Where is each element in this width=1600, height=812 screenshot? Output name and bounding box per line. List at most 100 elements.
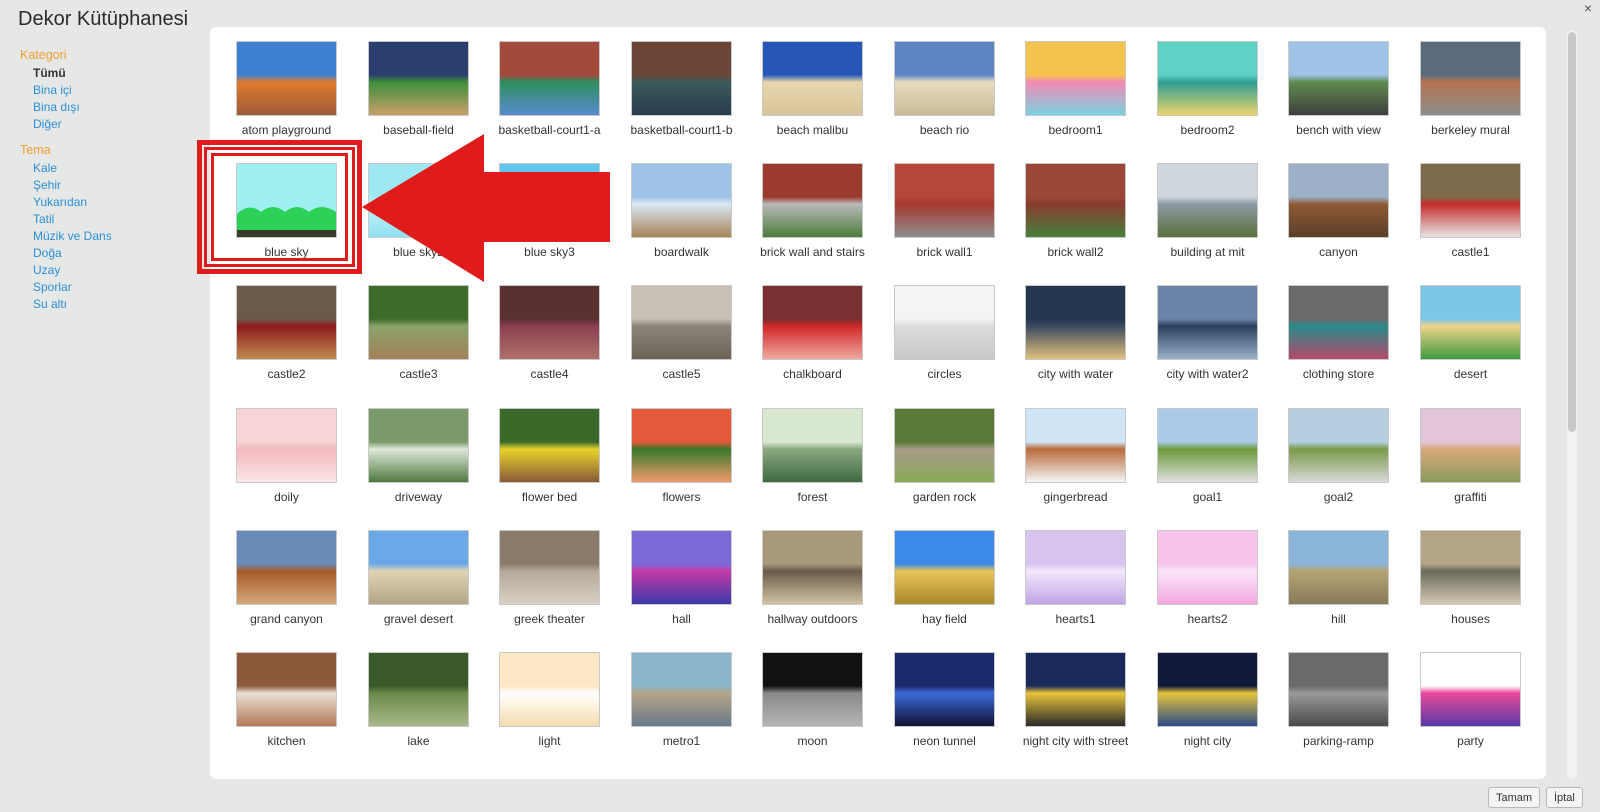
backdrop-thumbnail [631,41,732,116]
backdrop-tile[interactable]: flower bed [487,408,612,528]
category-item[interactable]: Bina dışı [33,99,200,116]
backdrop-tile[interactable]: blue sky [224,163,349,283]
backdrop-tile[interactable]: castle3 [356,285,481,405]
backdrop-label: bedroom2 [1180,123,1235,137]
backdrop-label: greek theater [514,612,585,626]
backdrop-label: baseball-field [383,123,454,137]
scrollbar-thumb[interactable] [1568,32,1576,432]
backdrop-label: castle1 [1451,245,1490,259]
theme-item[interactable]: Doğa [33,245,200,262]
backdrop-tile[interactable]: hill [1276,530,1401,650]
backdrop-tile[interactable]: neon tunnel [882,652,1007,772]
backdrop-thumbnail [1420,285,1521,360]
backdrop-tile[interactable]: canyon [1276,163,1401,283]
backdrop-tile[interactable]: desert [1408,285,1533,405]
backdrop-tile[interactable]: building at mit [1145,163,1270,283]
backdrop-thumbnail [499,408,600,483]
theme-item[interactable]: Kale [33,160,200,177]
cancel-button[interactable]: İptal [1546,787,1583,808]
category-item[interactable]: Tümü [33,65,200,82]
backdrop-tile[interactable]: chalkboard [750,285,875,405]
category-item[interactable]: Diğer [33,116,200,133]
backdrop-label: garden rock [912,490,977,504]
backdrop-thumbnail [1157,163,1258,238]
backdrop-label: castle3 [399,367,438,381]
backdrop-tile[interactable]: graffiti [1408,408,1533,528]
backdrop-tile[interactable]: city with water [1013,285,1138,405]
theme-item[interactable]: Şehir [33,177,200,194]
backdrop-tile[interactable]: hearts2 [1145,530,1270,650]
backdrop-tile[interactable]: hay field [882,530,1007,650]
backdrop-tile[interactable]: lake [356,652,481,772]
backdrop-tile[interactable]: baseball-field [356,41,481,161]
backdrop-tile[interactable]: grand canyon [224,530,349,650]
theme-item[interactable]: Müzik ve Dans [33,228,200,245]
backdrop-tile[interactable]: circles [882,285,1007,405]
backdrop-tile[interactable]: clothing store [1276,285,1401,405]
backdrop-tile[interactable]: castle5 [619,285,744,405]
backdrop-tile[interactable]: garden rock [882,408,1007,528]
theme-item[interactable]: Sporlar [33,279,200,296]
backdrop-tile[interactable]: bench with view [1276,41,1401,161]
backdrop-tile[interactable]: bedroom1 [1013,41,1138,161]
backdrop-tile[interactable]: doily [224,408,349,528]
backdrop-label: city with water [1037,367,1114,381]
backdrop-label: metro1 [662,734,701,748]
backdrop-tile[interactable]: gingerbread [1013,408,1138,528]
backdrop-tile[interactable]: castle4 [487,285,612,405]
backdrop-tile[interactable]: light [487,652,612,772]
backdrop-tile[interactable]: brick wall2 [1013,163,1138,283]
backdrop-tile[interactable]: blue sky3 [487,163,612,283]
backdrop-thumbnail [1420,41,1521,116]
backdrop-tile[interactable]: blue sky2 [356,163,481,283]
backdrop-tile[interactable]: hall [619,530,744,650]
ok-button[interactable]: Tamam [1488,787,1541,808]
backdrop-tile[interactable]: basketball-court1-a [487,41,612,161]
backdrop-tile[interactable]: beach malibu [750,41,875,161]
theme-item[interactable]: Yukarıdan [33,194,200,211]
theme-item[interactable]: Uzay [33,262,200,279]
backdrop-label: goal2 [1323,490,1354,504]
backdrop-tile[interactable]: atom playground [224,41,349,161]
backdrop-tile[interactable]: party [1408,652,1533,772]
theme-item[interactable]: Tatil [33,211,200,228]
category-item[interactable]: Bina içi [33,82,200,99]
backdrop-tile[interactable]: city with water2 [1145,285,1270,405]
backdrop-tile[interactable]: metro1 [619,652,744,772]
scrollbar[interactable] [1567,30,1577,779]
backdrop-tile[interactable]: forest [750,408,875,528]
backdrop-tile[interactable]: goal1 [1145,408,1270,528]
backdrop-tile[interactable]: kitchen [224,652,349,772]
backdrop-tile[interactable]: hallway outdoors [750,530,875,650]
theme-item[interactable]: Su altı [33,296,200,313]
backdrop-tile[interactable]: beach rio [882,41,1007,161]
backdrop-tile[interactable]: brick wall1 [882,163,1007,283]
backdrop-tile[interactable]: brick wall and stairs [750,163,875,283]
backdrop-tile[interactable]: houses [1408,530,1533,650]
backdrop-label: berkeley mural [1431,123,1510,137]
backdrop-tile[interactable]: night city [1145,652,1270,772]
backdrop-thumbnail [1025,163,1126,238]
backdrop-tile[interactable]: berkeley mural [1408,41,1533,161]
backdrop-tile[interactable]: greek theater [487,530,612,650]
backdrop-tile[interactable]: bedroom2 [1145,41,1270,161]
backdrop-tile[interactable]: night city with street [1013,652,1138,772]
backdrop-label: building at mit [1170,245,1245,259]
backdrop-tile[interactable]: gravel desert [356,530,481,650]
backdrop-label: castle2 [267,367,306,381]
backdrop-tile[interactable]: castle2 [224,285,349,405]
backdrop-tile[interactable]: moon [750,652,875,772]
backdrop-tile[interactable]: basketball-court1-b [619,41,744,161]
backdrop-tile[interactable]: castle1 [1408,163,1533,283]
backdrop-tile[interactable]: hearts1 [1013,530,1138,650]
backdrop-label: night city with street [1022,734,1129,748]
backdrop-label: hearts2 [1187,612,1228,626]
backdrop-tile[interactable]: parking-ramp [1276,652,1401,772]
backdrop-label: lake [407,734,430,748]
backdrop-thumbnail [762,530,863,605]
backdrop-tile[interactable]: driveway [356,408,481,528]
backdrop-tile[interactable]: goal2 [1276,408,1401,528]
close-icon[interactable]: × [1584,0,1592,16]
backdrop-tile[interactable]: flowers [619,408,744,528]
backdrop-tile[interactable]: boardwalk [619,163,744,283]
